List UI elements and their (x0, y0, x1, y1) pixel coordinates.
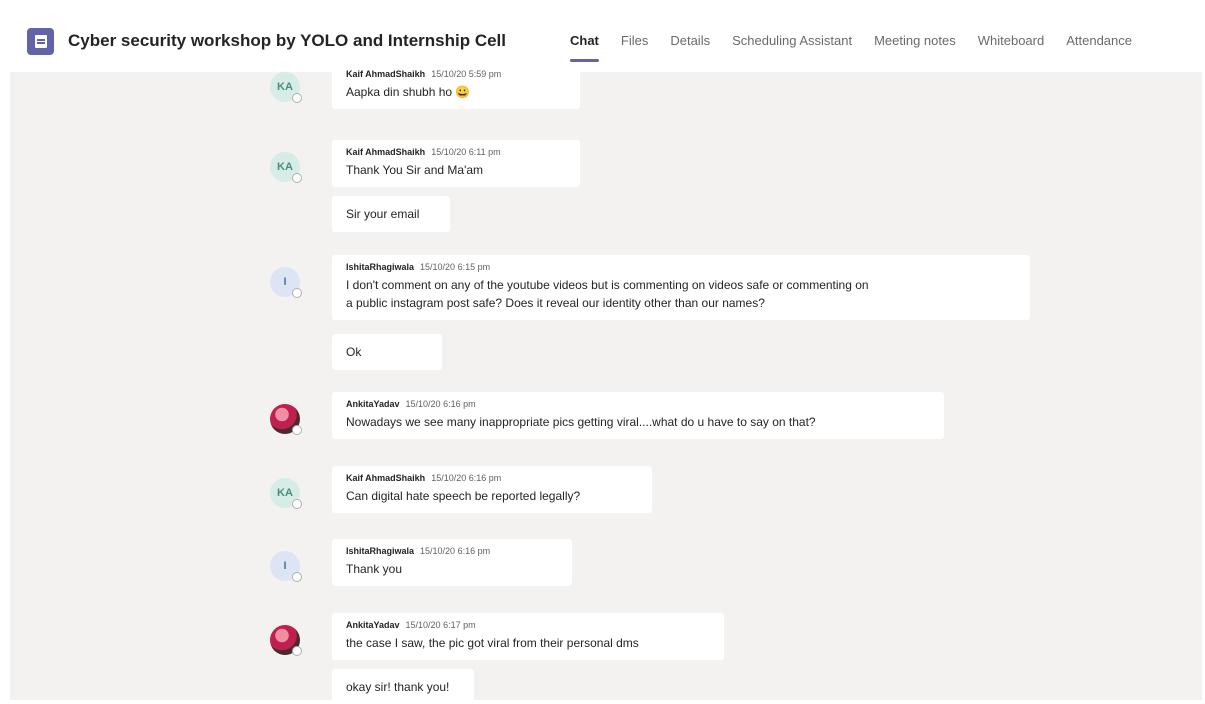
message-text: Thank You Sir and Ma'am (346, 163, 484, 177)
meeting-header: Cyber security workshop by YOLO and Inte… (10, 10, 1202, 72)
meeting-window: Cyber security workshop by YOLO and Inte… (10, 10, 1202, 700)
message-timestamp: 15/10/20 5:59 pm (431, 69, 502, 79)
tab-whiteboard[interactable]: Whiteboard (978, 33, 1044, 48)
message-author: AnkitaYadav (346, 399, 400, 409)
message-author: Kaif AhmadShaikh (346, 69, 426, 79)
message-text: Can digital hate speech be reported lega… (346, 489, 581, 503)
message-bubble[interactable]: Kaif AhmadShaikh 15/10/20 5:59 pm Aapka d… (332, 62, 580, 109)
meeting-tabs: Chat Files Details Scheduling Assistant … (570, 33, 1154, 62)
avatar-initials: KA (277, 487, 293, 499)
message-author: Kaif AhmadShaikh (346, 147, 426, 157)
presence-status-icon (292, 173, 302, 183)
message-bubble[interactable]: IshitaRhagiwala 15/10/20 6:15 pm I don't … (332, 255, 1030, 320)
avatar[interactable]: KA (270, 72, 302, 103)
avatar[interactable]: I (270, 267, 302, 298)
avatar-initials: I (283, 276, 287, 288)
meeting-title: Cyber security workshop by YOLO and Inte… (68, 31, 507, 50)
meeting-chat-icon (27, 28, 54, 55)
message-timestamp: 15/10/20 6:16 pm (431, 473, 502, 483)
tab-scheduling-assistant[interactable]: Scheduling Assistant (732, 33, 852, 48)
message-author: IshitaRhagiwala (346, 262, 415, 272)
message-bubble[interactable]: Ok (332, 334, 442, 370)
message-bubble[interactable]: AnkitaYadav 15/10/20 6:16 pm Nowadays we … (332, 392, 944, 439)
message-text: Thank you (346, 562, 403, 576)
avatar[interactable] (270, 404, 302, 435)
message-text: Ok (346, 345, 362, 359)
message-author: IshitaRhagiwala (346, 546, 415, 556)
tab-details[interactable]: Details (670, 33, 710, 48)
presence-status-icon (292, 288, 302, 298)
message-text: Sir your email (346, 207, 420, 221)
presence-status-icon (292, 93, 302, 103)
avatar-initials: KA (277, 161, 293, 173)
message-author: AnkitaYadav (346, 620, 400, 630)
message-timestamp: 15/10/20 6:17 pm (405, 620, 476, 630)
message-bubble[interactable]: AnkitaYadav 15/10/20 6:17 pm the case I s… (332, 613, 724, 660)
message-text: Nowadays we see many inappropriate pics … (346, 415, 816, 429)
message-author: Kaif AhmadShaikh (346, 473, 426, 483)
tab-meeting-notes[interactable]: Meeting notes (874, 33, 956, 48)
message-bubble[interactable]: Kaif AhmadShaikh 15/10/20 6:16 pm Can dig… (332, 466, 652, 513)
presence-status-icon (292, 499, 302, 509)
message-text: a public instagram post safe? Does it re… (346, 296, 765, 310)
message-text: I don't comment on any of the youtube vi… (346, 278, 869, 292)
message-timestamp: 15/10/20 6:11 pm (431, 147, 501, 157)
presence-status-icon (292, 646, 302, 656)
message-bubble[interactable]: IshitaRhagiwala 15/10/20 6:16 pm Thank yo… (332, 539, 572, 586)
presence-status-icon (292, 572, 302, 582)
avatar-initials: I (283, 560, 287, 572)
message-bubble[interactable]: Sir your email (332, 196, 450, 232)
avatar[interactable]: KA (270, 478, 302, 509)
avatar[interactable]: I (270, 551, 302, 582)
avatar[interactable]: KA (270, 152, 302, 183)
message-bubble[interactable]: Kaif AhmadShaikh 15/10/20 6:11 pm Thank Y… (332, 140, 580, 187)
presence-status-icon (292, 425, 302, 435)
tab-attendance[interactable]: Attendance (1066, 33, 1132, 48)
message-text: Aapka din shubh ho 😀 (346, 85, 471, 99)
chat-thread: KA Kaif AhmadShaikh 15/10/20 5:59 pm Aapk… (10, 62, 1202, 700)
avatar[interactable] (270, 625, 302, 656)
avatar-initials: KA (277, 81, 293, 93)
message-timestamp: 15/10/20 6:16 pm (405, 399, 476, 409)
message-timestamp: 15/10/20 6:16 pm (420, 546, 491, 556)
message-bubble[interactable]: okay sir! thank you! (332, 669, 474, 700)
message-text: okay sir! thank you! (346, 680, 450, 694)
message-timestamp: 15/10/20 6:15 pm (420, 262, 491, 272)
tab-files[interactable]: Files (621, 33, 648, 48)
tab-chat[interactable]: Chat (570, 33, 599, 62)
message-text: the case I saw, the pic got viral from t… (346, 636, 639, 650)
